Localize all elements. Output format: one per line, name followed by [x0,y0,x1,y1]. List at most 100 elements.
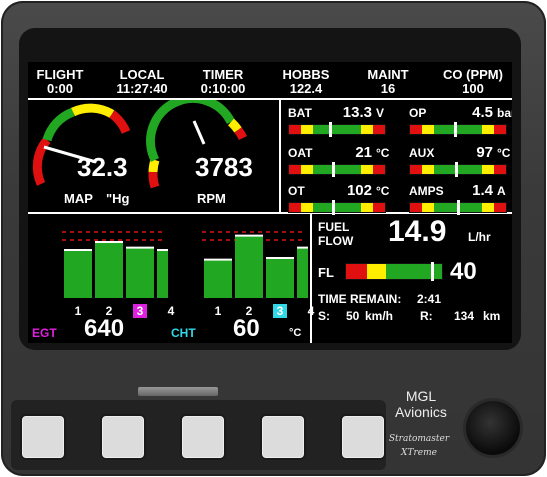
flight-value: 0:00 [46,81,74,96]
bat-bar-red-zone [289,125,301,134]
oat-bar-needle [332,162,336,177]
amps-label: AMPS [409,184,444,198]
hobbs-value: 122.4 [289,81,323,96]
card-slot [138,387,218,396]
speed-label: S: [318,309,330,323]
bat-unit: V [376,106,385,120]
flight-time: FLIGHT 0:00 [30,68,90,96]
local-value: 11:27:40 [116,81,168,96]
ot-bar-red-zone [289,203,301,212]
oat-bar-red-zone [289,165,301,174]
bat-label: BAT [288,106,312,120]
gauge-divider [279,98,281,212]
oat-unit: °C [376,146,390,160]
co-label: CO (PPM) [443,67,503,82]
ot-bar-yellow-zone [300,203,313,212]
oat-bar-yellow-zone [361,165,374,174]
egt-label: EGT [32,326,57,340]
amps-bar [409,200,507,215]
timer-value: 0:10:00 [200,81,246,96]
maint-value: 16 [380,81,396,96]
aux-value: 97 [476,144,493,161]
cht-bar-cyl-2 [235,235,263,298]
soft-key-2[interactable] [100,414,146,460]
bat-bar-green-zone [313,125,361,134]
ot-bar-green-zone [313,203,361,212]
egt-bar-cyl-4 [157,250,168,298]
oat-value: 21 [355,144,372,161]
amps-bar-yellow-zone [482,203,495,212]
fuel-bar-red-zone [346,264,368,279]
aux-bar-red-zone [410,165,422,174]
amps-unit: A [497,184,506,198]
oat-bar-red-zone [373,165,385,174]
ot-value: 102 [346,182,372,199]
display-screen: FLIGHT 0:00 LOCAL 11:27:40 TIMER 0:10:00… [28,62,512,343]
bat-bar [288,122,386,137]
soft-key-3[interactable] [180,414,226,460]
egt-bar-cyl-3 [126,247,154,298]
local-time: LOCAL 11:27:40 [102,68,182,96]
aux-bar-red-zone [494,165,506,174]
egt-cyl-tab-4[interactable]: 4 [164,304,178,318]
speed-value: 50 [346,309,360,323]
amps-value: 1.4 [472,182,493,199]
speed-unit: km/h [365,309,394,323]
oat-bar-green-zone [313,165,361,174]
amps-bar-red-zone [494,203,506,212]
bat-bar-red-zone [373,125,385,134]
aux-bar-yellow-zone [482,165,495,174]
brand-line-2: Avionics [395,404,447,420]
egt-bar-cyl-1 [64,250,92,298]
soft-key-1[interactable] [20,414,66,460]
rpm-label: RPM [197,191,226,206]
cht-label: CHT [171,326,196,340]
fuel-flow-value: 14.9 [388,215,447,248]
op-bar-red-zone [494,125,506,134]
map-value: 32.3 [77,152,128,182]
cht-bar-cyl-3 [266,258,294,298]
ot-unit: °C [376,184,390,198]
model-line-1: Stratomaster [388,434,450,444]
hobbs: HOBBS 122.4 [276,68,336,96]
bat-value: 13.3 [342,104,372,121]
op-value: 4.5 [472,104,493,121]
maint: MAINT 16 [358,68,418,96]
cht-cyl-tab-1[interactable]: 1 [211,304,225,318]
cht-cyl-tab-3[interactable]: 3 [273,304,287,318]
cht-bar-graph [202,231,308,298]
oat-bar [288,162,386,177]
egt-value: 640 [84,315,125,342]
aux-unit: °C [497,146,511,160]
amps-bar-needle [457,200,460,215]
fuel-bar-yellow-zone [367,264,387,279]
fuel-level-value: 40 [450,258,477,285]
ot-bar-red-zone [373,203,385,212]
rpm-needle [192,120,206,145]
rotary-knob[interactable] [466,401,520,455]
hobbs-label: HOBBS [282,67,330,82]
fuel-flow-unit: L/hr [468,230,491,244]
fuel-level-label: FL [318,265,334,280]
fuel-flow-label-1: FUEL [318,220,350,234]
egt-cyl-tab-3[interactable]: 3 [133,304,147,318]
range-value: 134 [454,309,475,323]
timer: TIMER 0:10:00 [188,68,258,96]
fuel-divider [310,212,312,343]
op-unit: bar [497,106,512,120]
fuel-bar-needle [431,262,435,281]
oat-bar-yellow-zone [300,165,313,174]
op-bar-green-zone [434,125,482,134]
bat-bar-needle [329,122,333,137]
amps-bar-yellow-zone [421,203,434,212]
cht-cyl-tab-4[interactable]: 4 [304,304,318,318]
aux-bar [409,162,507,177]
cht-unit: °C [289,327,302,339]
flight-label: FLIGHT [36,67,84,82]
map-unit: "Hg [106,191,130,206]
ot-bar-needle [332,200,336,215]
soft-key-4[interactable] [260,414,306,460]
ot-label: OT [288,184,305,198]
egt-cyl-tab-1[interactable]: 1 [71,304,85,318]
time-remain-label: TIME REMAIN: [318,292,402,306]
